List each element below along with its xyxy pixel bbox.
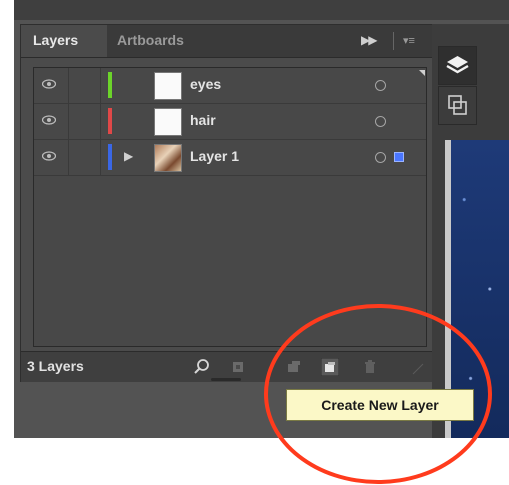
layer-name[interactable]: eyes	[190, 76, 221, 92]
layer-name[interactable]: hair	[190, 112, 216, 128]
target-circle-icon[interactable]	[375, 152, 386, 163]
tab-divider	[393, 32, 394, 50]
panel-menu-icon[interactable]: ▾≡	[403, 34, 415, 47]
column-divider	[68, 140, 69, 175]
visibility-eye-icon[interactable]	[42, 79, 56, 89]
expand-triangle-icon[interactable]: ▶	[124, 149, 133, 163]
artboards-icon	[448, 95, 467, 115]
make-clipping-mask-icon[interactable]	[229, 358, 247, 376]
layer-row-hair[interactable]: hair	[34, 104, 426, 140]
column-divider	[100, 140, 101, 175]
layer-thumbnail	[154, 72, 182, 100]
layer-name[interactable]: Layer 1	[190, 148, 239, 164]
annotation-circle	[264, 304, 492, 484]
column-divider	[68, 104, 69, 139]
visibility-eye-icon[interactable]	[42, 151, 56, 161]
layer-count: 3 Layers	[27, 358, 84, 374]
layer-color-swatch	[108, 144, 112, 170]
layer-row-layer-1[interactable]: ▶ Layer 1	[34, 140, 426, 176]
layer-row-eyes[interactable]: eyes	[34, 68, 426, 104]
selection-indicator[interactable]	[394, 152, 404, 162]
column-divider	[100, 104, 101, 139]
dock-artboards-button[interactable]	[438, 86, 477, 125]
layer-thumbnail	[154, 108, 182, 136]
tab-layers[interactable]: Layers	[21, 25, 107, 57]
layers-icon	[446, 56, 469, 74]
layer-thumbnail	[154, 144, 182, 172]
double-chevron-right-icon[interactable]: ▶▶	[361, 33, 378, 47]
panel-resize-handle[interactable]	[211, 378, 241, 381]
visibility-eye-icon[interactable]	[42, 115, 56, 125]
layer-color-swatch	[108, 72, 112, 98]
target-circle-icon[interactable]	[375, 80, 386, 91]
tab-artboards[interactable]: Artboards	[117, 25, 184, 57]
column-divider	[100, 68, 101, 103]
panel-tab-bar: Layers Artboards ▶▶ ▾≡	[21, 25, 433, 58]
locate-object-icon[interactable]	[193, 358, 211, 376]
dock-layers-button[interactable]	[438, 46, 477, 85]
layer-color-swatch	[108, 108, 112, 134]
column-divider	[68, 68, 69, 103]
top-strip	[14, 0, 509, 20]
target-circle-icon[interactable]	[375, 116, 386, 127]
